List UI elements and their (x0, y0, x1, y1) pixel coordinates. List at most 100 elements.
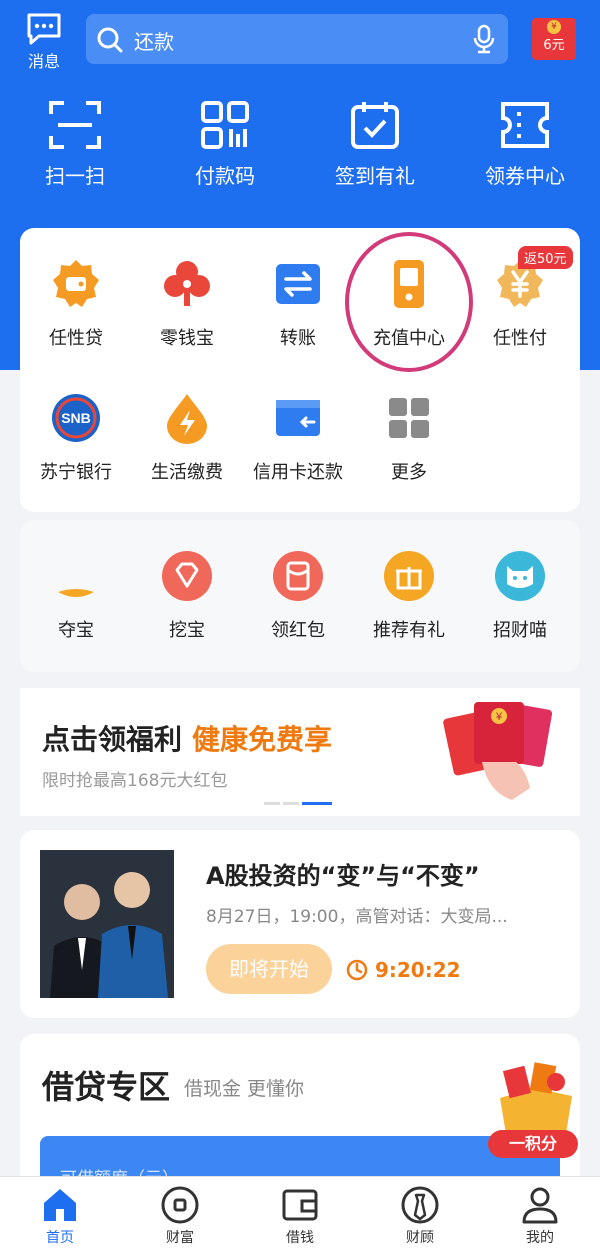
wallet-badge-icon (53, 260, 99, 307)
quick-action-paycode[interactable]: 付款码 (150, 100, 300, 189)
red-envelope-icon (273, 551, 323, 601)
coin-icon: ¥ (547, 20, 561, 34)
tab-label: 借钱 (286, 1230, 314, 1246)
quick-action-label: 扫一扫 (45, 164, 105, 188)
countdown: 9:20:22 (346, 958, 461, 982)
microphone-icon[interactable] (472, 24, 496, 54)
coupon-icon (501, 102, 549, 148)
countdown-time: 9:20:22 (374, 958, 461, 982)
tab-profile[interactable]: 我的 (480, 1177, 600, 1247)
service-label: 任性付 (493, 328, 547, 349)
red-envelope-illustration: ¥ (443, 702, 553, 800)
wallet-icon (282, 1189, 318, 1221)
search-icon (97, 27, 123, 53)
tab-advisor[interactable]: 财顾 (360, 1177, 480, 1247)
bottom-tab-bar: 首页 财富 借钱 财顾 我的 (0, 1176, 600, 1255)
tab-home[interactable]: 首页 (0, 1177, 120, 1247)
quick-action-coupon[interactable]: 领券中心 (450, 100, 600, 189)
activity-duobao[interactable]: 夺宝 (20, 550, 132, 642)
tab-label: 财顾 (406, 1230, 434, 1246)
svg-text:SNB: SNB (61, 410, 91, 426)
banner-subtitle: 限时抢最高168元大红包 (42, 771, 228, 791)
lightning-drop-icon (167, 394, 207, 444)
event-description: 8月27日，19:00，高管对话：大变局... (206, 907, 508, 927)
service-renxingdai[interactable]: 任性贷 (20, 258, 132, 350)
snb-bank-icon: SNB (52, 394, 100, 442)
banner-title: 点击领福利 健康免费享 (42, 718, 332, 758)
activity-label: 夺宝 (58, 620, 94, 641)
service-label: 任性贷 (49, 328, 103, 349)
activity-label: 领红包 (271, 620, 325, 641)
points-promo[interactable]: 一积分 (486, 1058, 580, 1158)
points-label: 一积分 (488, 1130, 578, 1158)
search-input[interactable]: 还款 (134, 26, 174, 55)
quick-action-scan[interactable]: 扫一扫 (0, 100, 150, 189)
message-label: 消息 (27, 52, 60, 71)
service-life-payment[interactable]: 生活缴费 (131, 392, 243, 484)
clover-icon (164, 261, 210, 306)
coming-soon-button[interactable]: 即将开始 (206, 944, 332, 994)
wealth-icon (161, 1186, 199, 1224)
advisor-icon (401, 1186, 439, 1224)
service-label: 零钱宝 (160, 328, 214, 349)
service-suning-bank[interactable]: SNB 苏宁银行 (20, 392, 132, 484)
activity-label: 挖宝 (169, 620, 205, 641)
service-renxingfu[interactable]: 任性付 (464, 258, 576, 350)
home-icon (44, 1189, 76, 1221)
service-label: 信用卡还款 (253, 462, 343, 483)
user-icon (522, 1187, 558, 1224)
service-more[interactable]: 更多 (353, 392, 465, 484)
clock-icon (346, 959, 368, 981)
message-icon (27, 13, 61, 45)
scan-icon (49, 101, 101, 149)
calendar-check-icon (351, 102, 399, 149)
quick-action-label: 付款码 (195, 164, 255, 188)
tab-label: 我的 (526, 1230, 554, 1246)
promo-badge: 返50元 (518, 246, 573, 269)
tab-label: 首页 (46, 1230, 74, 1246)
service-label: 更多 (391, 462, 427, 483)
promo-banner[interactable]: 点击领福利 健康免费享 限时抢最高168元大红包 ¥ (20, 688, 580, 816)
gift-icon (384, 551, 434, 601)
tab-wealth[interactable]: 财富 (120, 1177, 240, 1247)
service-transfer[interactable]: 转账 (242, 258, 354, 350)
service-label: 转账 (280, 328, 316, 349)
loan-zone-subtitle: 借现金 更懂你 (184, 1078, 305, 1100)
svg-text:¥: ¥ (495, 711, 503, 723)
credit-card-icon (276, 400, 320, 436)
transfer-icon (276, 264, 320, 304)
qrcode-icon (201, 101, 249, 149)
quick-action-label: 领券中心 (485, 164, 565, 188)
activity-wabao[interactable]: 挖宝 (131, 550, 243, 642)
activity-lucky-cat[interactable]: 招财喵 (464, 550, 576, 642)
treasure-icon (58, 589, 94, 597)
highlight-ring (345, 232, 473, 372)
tab-label: 财富 (166, 1230, 194, 1246)
activity-label: 推荐有礼 (373, 620, 445, 641)
activity-label: 招财喵 (493, 620, 547, 641)
top-bar: 消息 还款 ¥ 6元 (0, 0, 600, 80)
tab-borrow[interactable]: 借钱 (240, 1177, 360, 1247)
activity-red-envelope[interactable]: 领红包 (242, 550, 354, 642)
quick-action-label: 签到有礼 (335, 164, 415, 188)
banner-title-text: 点击领福利 (42, 723, 183, 756)
gift-box-icon (500, 1062, 572, 1134)
activity-referral[interactable]: 推荐有礼 (353, 550, 465, 642)
service-lingqianbao[interactable]: 零钱宝 (131, 258, 243, 350)
quick-action-checkin[interactable]: 签到有礼 (300, 100, 450, 189)
service-credit-card-repay[interactable]: 信用卡还款 (242, 392, 354, 484)
carousel-indicator (264, 790, 335, 809)
service-label: 生活缴费 (151, 462, 223, 483)
live-event-card[interactable]: A股投资的“变”与“不变” 8月27日，19:00，高管对话：大变局... 即将… (20, 830, 580, 1018)
red-packet-button[interactable]: ¥ 6元 (532, 18, 576, 60)
event-title: A股投资的“变”与“不变” (206, 862, 480, 890)
banner-highlight: 健康免费享 (192, 723, 333, 756)
service-label: 苏宁银行 (40, 462, 112, 483)
search-bar[interactable]: 还款 (86, 14, 508, 64)
message-button[interactable]: 消息 (20, 12, 68, 72)
loan-zone-title: 借贷专区 (42, 1068, 171, 1106)
diamond-icon (162, 551, 212, 601)
more-grid-icon (389, 398, 429, 438)
cat-icon (495, 551, 545, 601)
red-packet-amount: 6元 (543, 38, 565, 53)
